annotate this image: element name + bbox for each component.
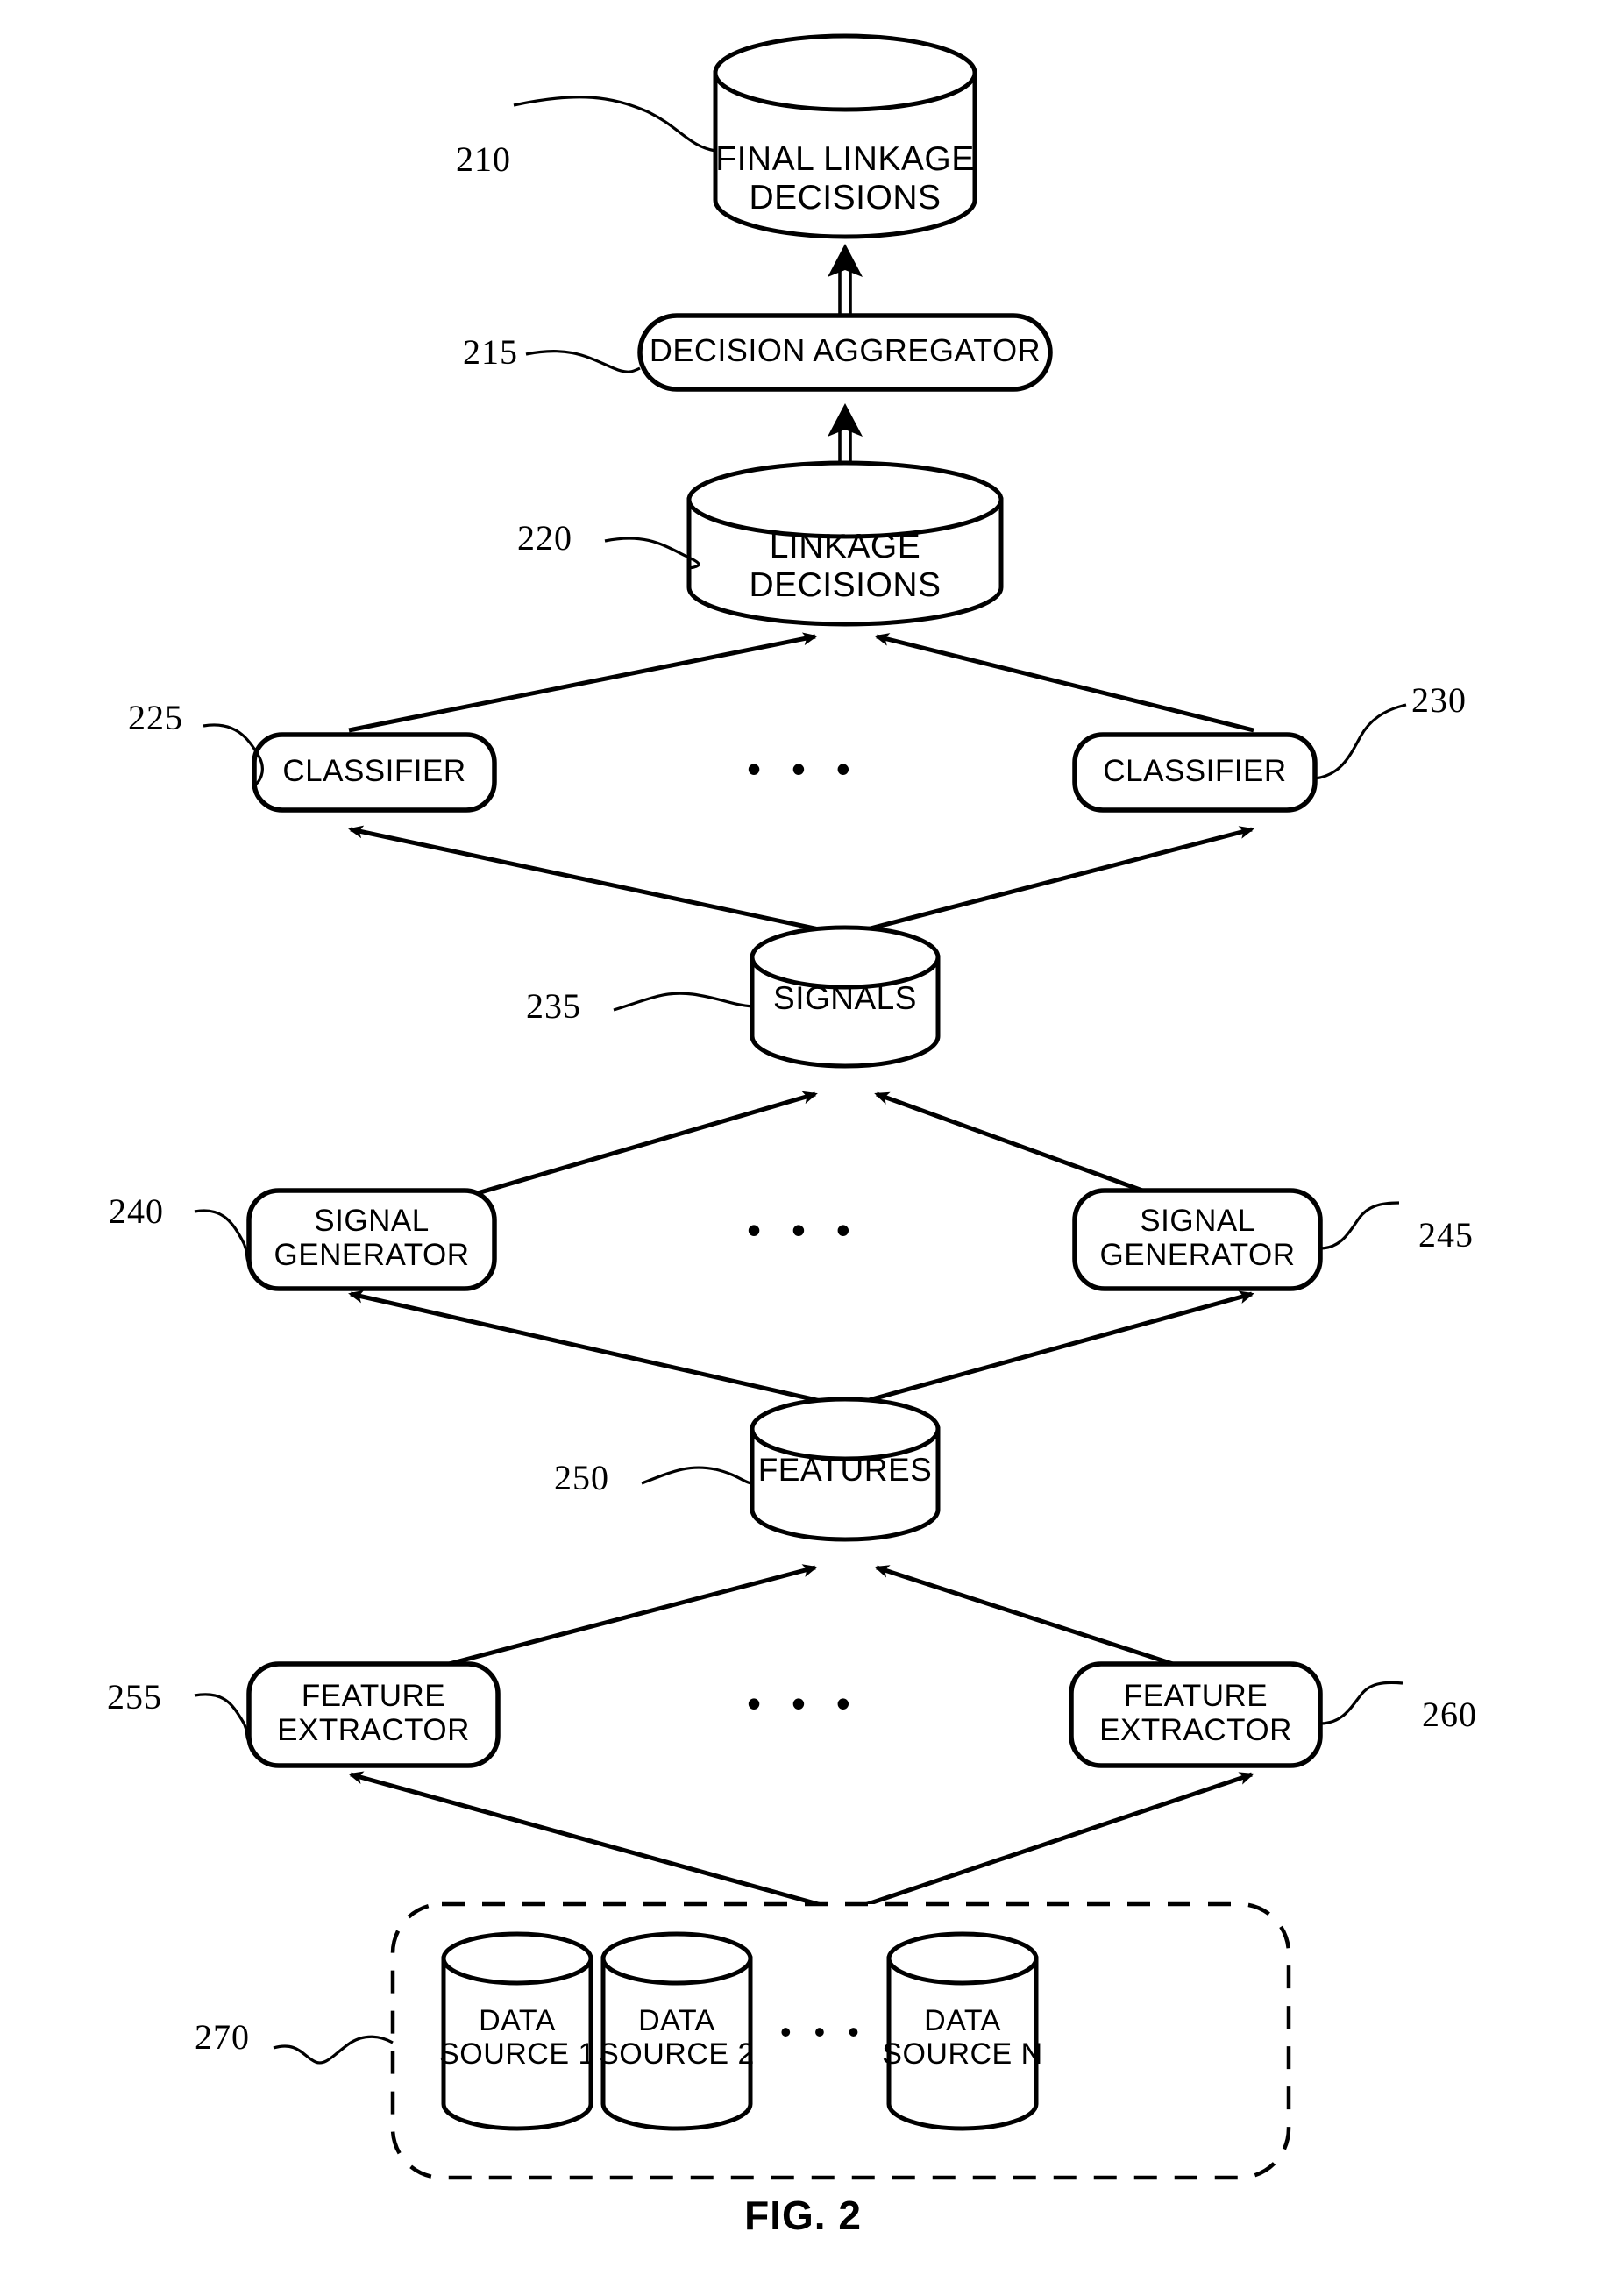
decision-aggregator-shape [637,313,1053,392]
ref-number-250: 250 [554,1458,609,1497]
feature-extractor-right-shape [1069,1661,1323,1768]
leader-270 [273,2035,394,2065]
arrow-classifier-right-to-linkage [874,633,1254,733]
ref-number-215: 215 [463,332,518,372]
data-source-n-shape [886,1931,1039,2131]
arrow-signals-to-classifier-right [846,826,1254,937]
classifier-row-ellipsis: • • • [747,746,860,792]
patent-figure-2: FINAL LINKAGE DECISIONS 210 DECISION AGG… [0,0,1606,2296]
ref-number-210: 210 [456,139,511,179]
arrow-classifier-left-to-linkage [348,632,818,733]
leader-230 [1314,703,1407,780]
data-source-2-shape [600,1931,753,2131]
leader-260 [1319,1681,1403,1725]
ref-number-240: 240 [109,1191,164,1231]
linkage-decisions-shape [686,460,1004,627]
ref-number-255: 255 [107,1677,162,1717]
signal-generator-row-ellipsis: • • • [747,1207,860,1253]
figure-caption: FIG. 2 [744,2193,862,2238]
ref-number-270: 270 [195,2017,250,2057]
arrow-datasources-to-featext-left [348,1771,844,1914]
data-source-1-shape [441,1931,593,2131]
ref-number-220: 220 [517,518,572,558]
feature-extractor-row-ellipsis: • • • [747,1681,860,1726]
arrow-features-to-siggen-left [348,1290,844,1409]
ref-number-260: 260 [1422,1695,1477,1734]
ref-number-230: 230 [1411,680,1467,720]
leader-240 [194,1209,251,1264]
features-shape [750,1397,941,1542]
classifier-right-shape [1072,732,1318,813]
ref-number-235: 235 [526,986,581,1026]
arrow-datasources-to-featext-right [846,1772,1254,1914]
leader-220 [604,537,700,570]
leader-250 [641,1466,753,1485]
ref-number-245: 245 [1418,1215,1474,1255]
figure-vector-layer [194,33,1407,2180]
arrow-features-to-siggen-right [846,1290,1254,1409]
final-linkage-decisions-shape [713,33,977,239]
ref-number-225: 225 [128,698,183,737]
leader-235 [613,992,753,1012]
feature-extractor-left-shape [246,1661,501,1768]
signal-generator-left-shape [246,1188,497,1291]
signals-shape [750,925,941,1069]
signal-generator-right-shape [1072,1188,1323,1291]
data-source-row-ellipsis: • • • [780,2014,866,2050]
arrow-signals-to-classifier-left [348,825,844,937]
leader-210 [513,96,716,153]
classifier-left-shape [252,732,497,813]
leader-215 [525,350,641,373]
arrowhead-aggregator-to-final [828,244,863,277]
arrowhead-linkage-to-aggregator [828,403,863,437]
leader-245 [1319,1201,1400,1250]
leader-255 [194,1693,251,1743]
